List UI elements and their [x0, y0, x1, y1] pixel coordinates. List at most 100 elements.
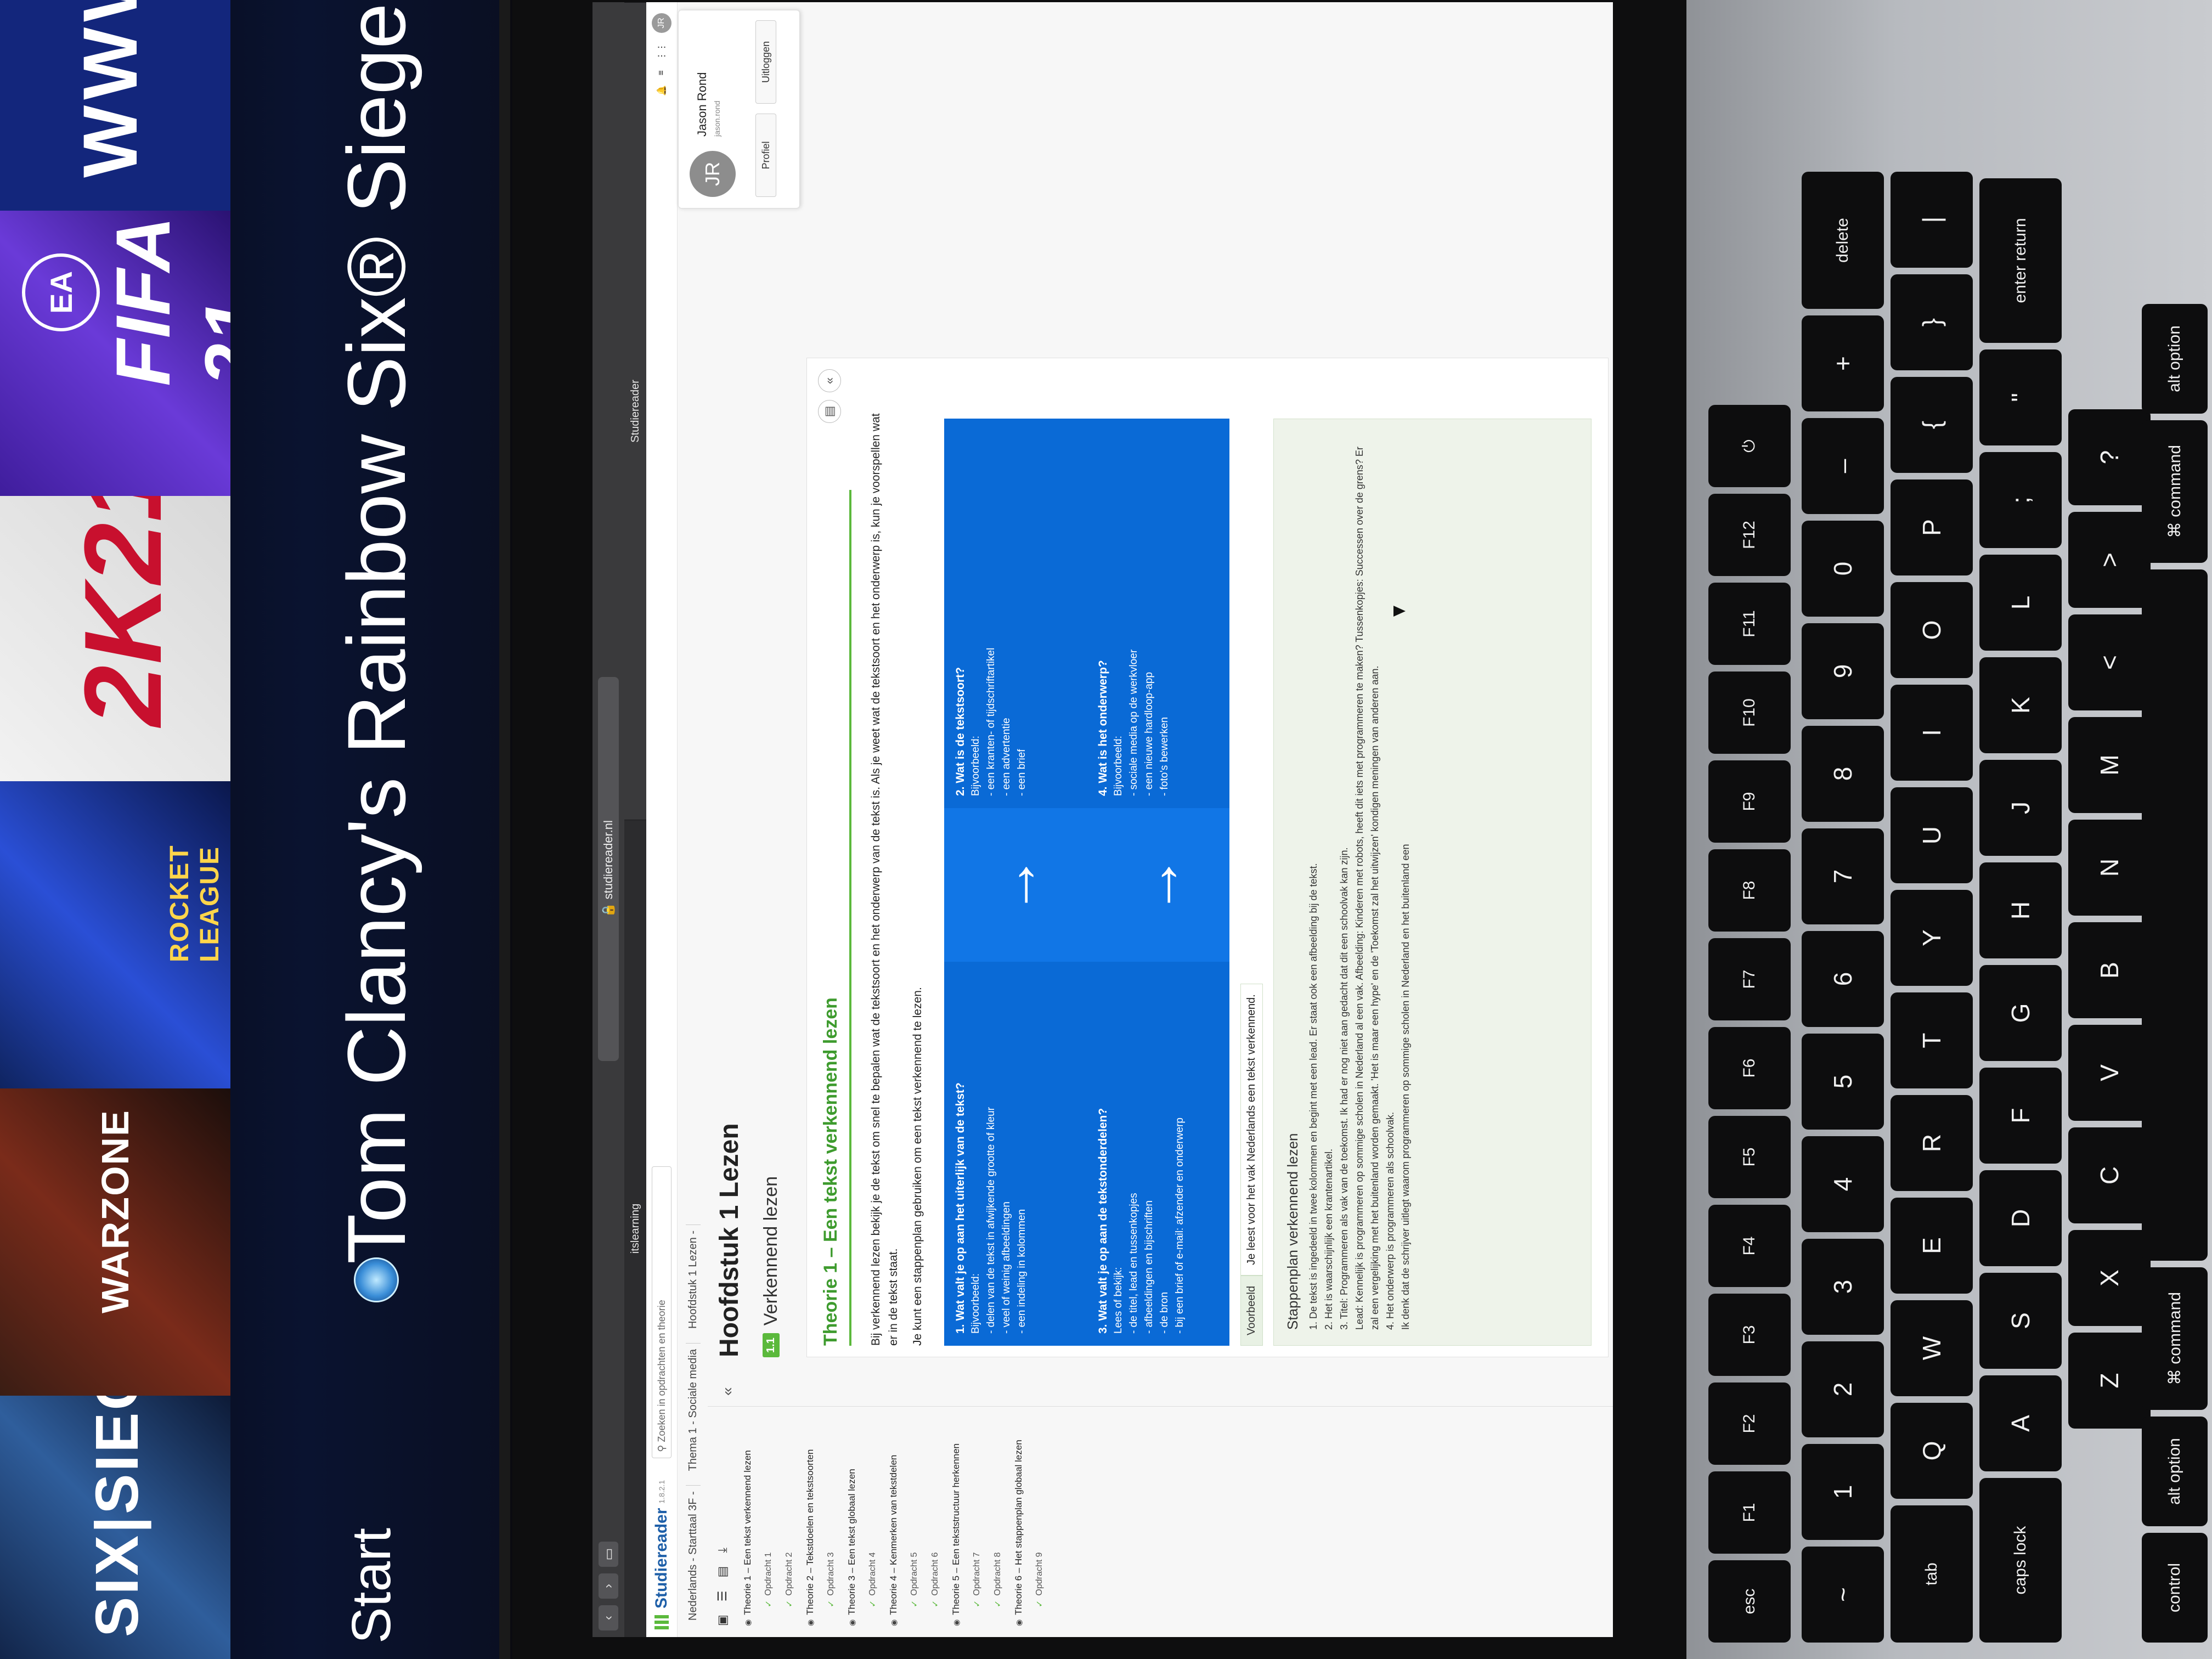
key[interactable]: }	[1891, 274, 1973, 370]
key[interactable]: ~	[1802, 1547, 1884, 1643]
book-icon[interactable]: ▣	[715, 1615, 730, 1626]
key[interactable]: 9	[1802, 623, 1884, 719]
key[interactable]: M	[2068, 717, 2151, 813]
notes-icon[interactable]: ▤	[715, 1566, 730, 1578]
game-tile-warzone[interactable]: WARZONE	[0, 1085, 230, 1396]
key[interactable]: F4	[1708, 1205, 1791, 1287]
key[interactable]: ⌘ command	[2142, 420, 2208, 563]
sidebar-item[interactable]: ◉ Theorie 1 – Een tekst verkennend lezen	[737, 1407, 758, 1637]
key[interactable]: V	[2068, 1025, 2151, 1121]
key[interactable]: 0	[1802, 521, 1884, 617]
key[interactable]: <	[2068, 614, 2151, 710]
game-tile-rocket-league[interactable]: ROCKET LEAGUE	[0, 778, 230, 1088]
key[interactable]: ;	[1979, 452, 2062, 548]
url-field[interactable]: 🔒 studiereader.nl	[598, 677, 619, 1061]
sidebar-item[interactable]: ◉ Theorie 5 – Een tekststructuur herkenne…	[946, 1407, 967, 1637]
tab-voorbeeld[interactable]: Voorbeeld	[1240, 1275, 1263, 1346]
key[interactable]: O	[1891, 582, 1973, 678]
sidebar-item[interactable]: ✓ Opdracht 6	[925, 1407, 946, 1637]
key[interactable]: J	[1979, 760, 2062, 856]
key[interactable]: 2	[1802, 1341, 1884, 1437]
sidebar-item[interactable]: ✓ Opdracht 4	[862, 1407, 883, 1637]
key[interactable]: U	[1891, 787, 1973, 883]
collapse-sidebar-icon[interactable]: «	[719, 1387, 736, 1396]
download-icon[interactable]: ⤓	[715, 1548, 730, 1553]
game-tile-2k21[interactable]: 2K21	[0, 493, 230, 781]
sidebar-item[interactable]: ◉ Theorie 6 – Het stappenplan globaal lez…	[1008, 1407, 1029, 1637]
key[interactable]: X	[2068, 1230, 2151, 1326]
key[interactable]: >	[2068, 512, 2151, 608]
logout-button[interactable]: Uitloggen	[755, 20, 776, 104]
key[interactable]: 6	[1802, 931, 1884, 1027]
key[interactable]: S	[1979, 1273, 2062, 1369]
key[interactable]: ?	[2068, 409, 2151, 505]
key[interactable]: alt option	[2142, 1417, 2208, 1526]
key[interactable]: G	[1979, 965, 2062, 1061]
key[interactable]: C	[2068, 1127, 2151, 1223]
tab-itslearning[interactable]: itslearning	[624, 820, 646, 1637]
key[interactable]: caps lock	[1979, 1478, 2062, 1643]
sidebar-item[interactable]: ◉ Theorie 2 – Tekstdoelen en tekstsoorten	[800, 1407, 821, 1637]
key[interactable]: H	[1979, 862, 2062, 958]
key[interactable]: T	[1891, 992, 1973, 1088]
key[interactable]: F2	[1708, 1383, 1791, 1465]
sidebar-item[interactable]: ✓ Opdracht 5	[904, 1407, 925, 1637]
list-icon[interactable]: ☰	[715, 1590, 730, 1601]
notification-icon[interactable]: 🔔	[656, 85, 667, 96]
breadcrumb-chapter[interactable]: Hoofdstuk 1 Lezen -	[686, 1224, 701, 1335]
key[interactable]: {	[1891, 377, 1973, 473]
key[interactable]: 3	[1802, 1239, 1884, 1335]
key[interactable]: F7	[1708, 938, 1791, 1020]
key[interactable]: tab	[1891, 1505, 1973, 1643]
key[interactable]: 4	[1802, 1136, 1884, 1232]
sidebar-toggle-icon[interactable]: ▭	[599, 1542, 618, 1567]
key[interactable]: "	[1979, 349, 2062, 445]
key[interactable]: E	[1891, 1198, 1973, 1294]
key[interactable]: F6	[1708, 1027, 1791, 1109]
sidebar-item[interactable]: ◉ Theorie 3 – Een tekst globaal lezen	[842, 1407, 862, 1637]
key[interactable]: F3	[1708, 1294, 1791, 1376]
note-icon[interactable]: ▤	[818, 400, 841, 423]
avatar[interactable]: JR	[652, 13, 672, 33]
key[interactable]: –	[1802, 418, 1884, 514]
sidebar-item[interactable]: ✓ Opdracht 8	[988, 1407, 1008, 1637]
game-tile-siege[interactable]: SIX|SIEGE	[0, 1392, 230, 1659]
game-tile-browser[interactable]: WWW	[0, 0, 230, 211]
key[interactable]: delete	[1802, 172, 1884, 309]
key[interactable]: 1	[1802, 1444, 1884, 1540]
sidebar-item[interactable]: ✓ Opdracht 1	[758, 1407, 779, 1637]
key[interactable]: control	[2142, 1533, 2208, 1643]
key[interactable]: F1	[1708, 1471, 1791, 1554]
key[interactable]: W	[1891, 1300, 1973, 1396]
key[interactable]: L	[1979, 555, 2062, 651]
sidebar-item[interactable]: ✓ Opdracht 9	[1029, 1407, 1050, 1637]
apps-grid-icon[interactable]: ⋮⋮	[656, 43, 667, 60]
key[interactable]: A	[1979, 1375, 2062, 1471]
key[interactable]: 8	[1802, 726, 1884, 822]
menu-icon[interactable]: ≡	[657, 70, 667, 75]
key[interactable]: 5	[1802, 1034, 1884, 1130]
key[interactable]: F11	[1708, 583, 1791, 665]
breadcrumb-course[interactable]: Nederlands - Starttaal 3F -	[686, 1485, 701, 1626]
key[interactable]: K	[1979, 657, 2062, 753]
key[interactable]: F	[1979, 1068, 2062, 1164]
spacebar[interactable]	[2142, 569, 2208, 1261]
profile-button[interactable]: Profiel	[755, 114, 776, 197]
sidebar-item[interactable]: ◉ Theorie 4 – Kenmerken van tekstdelen	[883, 1407, 904, 1637]
key[interactable]: I	[1891, 685, 1973, 781]
key[interactable]: F9	[1708, 760, 1791, 843]
sidebar-item[interactable]: ✓ Opdracht 3	[821, 1407, 842, 1637]
key[interactable]: B	[2068, 922, 2151, 1018]
key[interactable]: esc	[1708, 1560, 1791, 1643]
key[interactable]: alt option	[2142, 304, 2208, 414]
back-icon[interactable]: ‹	[599, 1605, 618, 1630]
key[interactable]: F5	[1708, 1116, 1791, 1198]
key[interactable]: Z	[2068, 1333, 2151, 1429]
key[interactable]: Y	[1891, 890, 1973, 986]
collapse-icon[interactable]: «	[818, 369, 841, 392]
key[interactable]: F12	[1708, 494, 1791, 576]
key[interactable]: ⌘ command	[2142, 1267, 2208, 1410]
sidebar-item[interactable]: ✓ Opdracht 7	[967, 1407, 988, 1637]
power-icon[interactable]: ⏻	[1708, 405, 1791, 487]
key[interactable]: F8	[1708, 849, 1791, 932]
